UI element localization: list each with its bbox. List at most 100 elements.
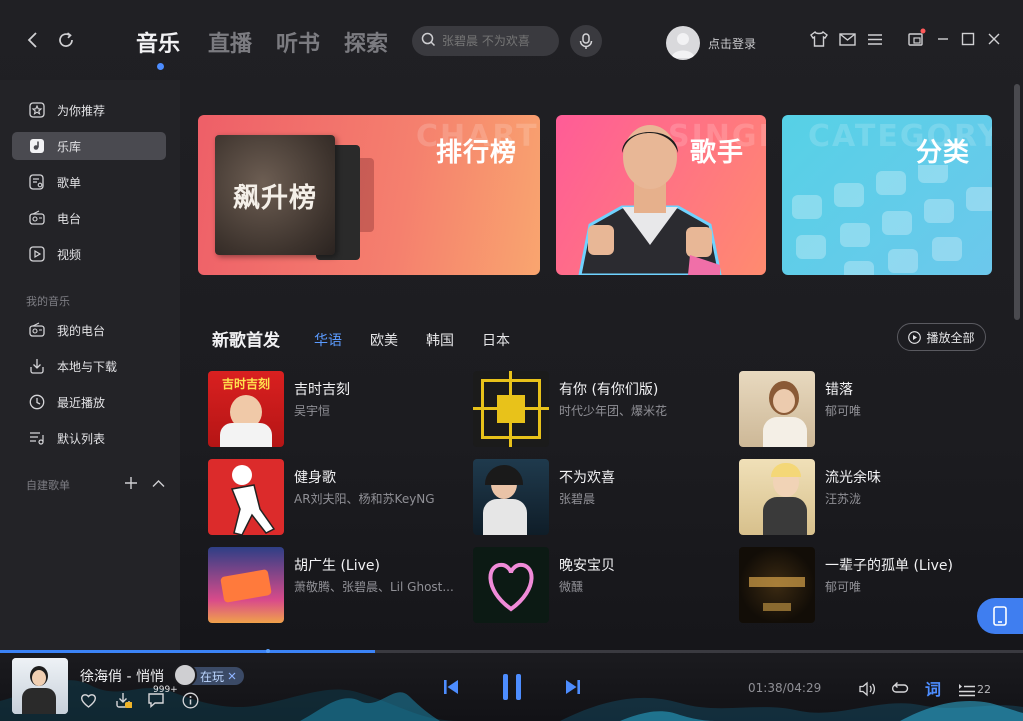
tab-western[interactable]: 欧美	[370, 330, 398, 350]
repeat-icon[interactable]	[890, 679, 910, 699]
song-item[interactable]: 晚安宝贝 微醺	[473, 547, 723, 623]
tab-japanese[interactable]: 日本	[482, 330, 510, 350]
music-library-icon	[29, 138, 45, 154]
now-playing-title[interactable]: 徐海俏 - 悄悄	[80, 666, 164, 686]
tab-audiobooks[interactable]: 听书	[276, 26, 320, 58]
minimize-icon[interactable]	[932, 29, 954, 49]
download-song-icon[interactable]	[113, 690, 133, 710]
song-artist[interactable]: 汪苏泷	[825, 490, 861, 507]
chart-banner[interactable]: CHART 飙升榜 排行榜	[198, 115, 540, 275]
progress-handle[interactable]	[266, 649, 270, 653]
mail-icon[interactable]	[836, 29, 858, 49]
music-app-window: 音乐 直播 听书 探索 点击登录	[0, 0, 1023, 721]
sidebar-item-local-download[interactable]: 本地与下载	[12, 352, 166, 380]
category-banner[interactable]: CATEGORY 分类	[782, 115, 992, 275]
voice-search-icon[interactable]	[570, 25, 602, 57]
soaring-chart-cover-text: 飙升榜	[233, 182, 317, 214]
song-cover	[208, 547, 284, 623]
search-box[interactable]	[412, 26, 559, 56]
close-icon[interactable]	[983, 29, 1005, 49]
volume-icon[interactable]	[857, 679, 877, 699]
sidebar: 为你推荐 乐库 歌单 电台 视频 我的音乐 我的电台 本地与下载 最近播放 默认…	[0, 80, 180, 650]
like-icon[interactable]	[79, 691, 97, 709]
song-item[interactable]: 胡广生 (Live) 萧敬腾、张碧晨、Lil Ghost...	[208, 547, 458, 623]
sidebar-item-label: 本地与下载	[57, 359, 118, 374]
sidebar-item-label: 默认列表	[57, 431, 106, 446]
avatar[interactable]	[666, 26, 700, 60]
playback-time: 01:38/04:29	[748, 681, 822, 695]
my-music-heading: 我的音乐	[26, 295, 70, 308]
playlist-queue-icon[interactable]	[957, 679, 977, 699]
song-item[interactable]: 一辈子的孤单 (Live) 郁可唯	[739, 547, 989, 623]
video-icon	[29, 246, 45, 262]
play-all-button[interactable]: 播放全部	[897, 323, 986, 351]
friend-avatar	[173, 663, 197, 687]
play-icon	[908, 330, 922, 344]
add-playlist-icon[interactable]	[123, 475, 139, 491]
song-artist[interactable]: 微醺	[559, 578, 583, 595]
login-link[interactable]: 点击登录	[708, 35, 756, 52]
song-item[interactable]: 流光余味 汪苏泷	[739, 459, 989, 535]
song-artist[interactable]: 萧敬腾、张碧晨、Lil Ghost...	[294, 578, 454, 595]
status-badge[interactable]: 在玩	[173, 663, 245, 687]
close-icon[interactable]	[228, 672, 236, 680]
radio-icon	[29, 322, 45, 338]
previous-track-icon[interactable]	[440, 676, 462, 698]
pause-icon[interactable]	[499, 671, 525, 703]
song-artist[interactable]: AR刘夫阳、杨和苏KeyNG	[294, 490, 435, 507]
soaring-chart-cover: 飙升榜	[215, 135, 335, 255]
sidebar-item-label: 为你推荐	[57, 103, 106, 118]
menu-icon[interactable]	[864, 29, 886, 49]
sidebar-item-video[interactable]: 视频	[12, 240, 166, 268]
playlist-count: 22	[977, 683, 991, 696]
song-item[interactable]: 吉时吉刻 吉时吉刻 吴宇恒	[208, 371, 458, 447]
song-artist[interactable]: 张碧晨	[559, 490, 595, 507]
top-bar: 音乐 直播 听书 探索 点击登录	[0, 0, 1023, 80]
tab-live[interactable]: 直播	[208, 26, 252, 58]
sidebar-item-recommend[interactable]: 为你推荐	[12, 96, 166, 124]
song-item[interactable]: 有你 (有你们版) 时代少年团、爆米花	[473, 371, 723, 447]
sidebar-item-playlists[interactable]: 歌单	[12, 168, 166, 196]
sidebar-item-library[interactable]: 乐库	[12, 132, 166, 160]
singer-banner[interactable]: SINGER 歌手	[556, 115, 766, 275]
tab-music[interactable]: 音乐	[136, 26, 180, 58]
tab-korean[interactable]: 韩国	[426, 330, 454, 350]
sidebar-item-default-list[interactable]: 默认列表	[12, 424, 166, 452]
sidebar-item-radio[interactable]: 电台	[12, 204, 166, 232]
star-icon	[29, 102, 45, 118]
song-item[interactable]: 健身歌 AR刘夫阳、杨和苏KeyNG	[208, 459, 458, 535]
maximize-icon[interactable]	[957, 29, 979, 49]
song-artist[interactable]: 郁可唯	[825, 578, 861, 595]
song-artist[interactable]: 吴宇恒	[294, 402, 330, 419]
song-artist[interactable]: 时代少年团、爆米花	[559, 402, 667, 419]
phone-icon	[993, 606, 1007, 626]
song-item[interactable]: 不为欢喜 张碧晨	[473, 459, 723, 535]
new-songs-title: 新歌首发	[212, 331, 280, 351]
next-track-icon[interactable]	[562, 676, 584, 698]
download-icon	[29, 358, 45, 374]
lyrics-button[interactable]: 词	[923, 677, 943, 699]
custom-playlist-heading: 自建歌单	[26, 479, 70, 492]
song-cover	[473, 371, 549, 447]
song-title: 晚安宝贝	[559, 558, 615, 574]
sidebar-item-recent[interactable]: 最近播放	[12, 388, 166, 416]
clock-icon	[29, 394, 45, 410]
back-icon[interactable]	[22, 30, 42, 50]
now-playing-cover[interactable]	[12, 658, 68, 714]
mini-mode-icon[interactable]	[905, 27, 927, 49]
song-artist[interactable]: 郁可唯	[825, 402, 861, 419]
more-info-icon[interactable]	[181, 691, 199, 709]
tab-explore[interactable]: 探索	[344, 26, 388, 58]
skin-icon[interactable]	[808, 29, 830, 49]
search-input[interactable]	[442, 34, 552, 48]
song-cover	[739, 371, 815, 447]
scrollbar[interactable]	[1014, 84, 1020, 320]
tab-chinese[interactable]: 华语	[314, 330, 342, 350]
refresh-icon[interactable]	[56, 30, 76, 50]
song-item[interactable]: 错落 郁可唯	[739, 371, 989, 447]
radio-icon	[29, 210, 45, 226]
mobile-sync-button[interactable]	[977, 598, 1023, 634]
song-cover	[208, 459, 284, 535]
sidebar-item-my-radio[interactable]: 我的电台	[12, 316, 166, 344]
chevron-up-icon[interactable]	[150, 475, 166, 491]
